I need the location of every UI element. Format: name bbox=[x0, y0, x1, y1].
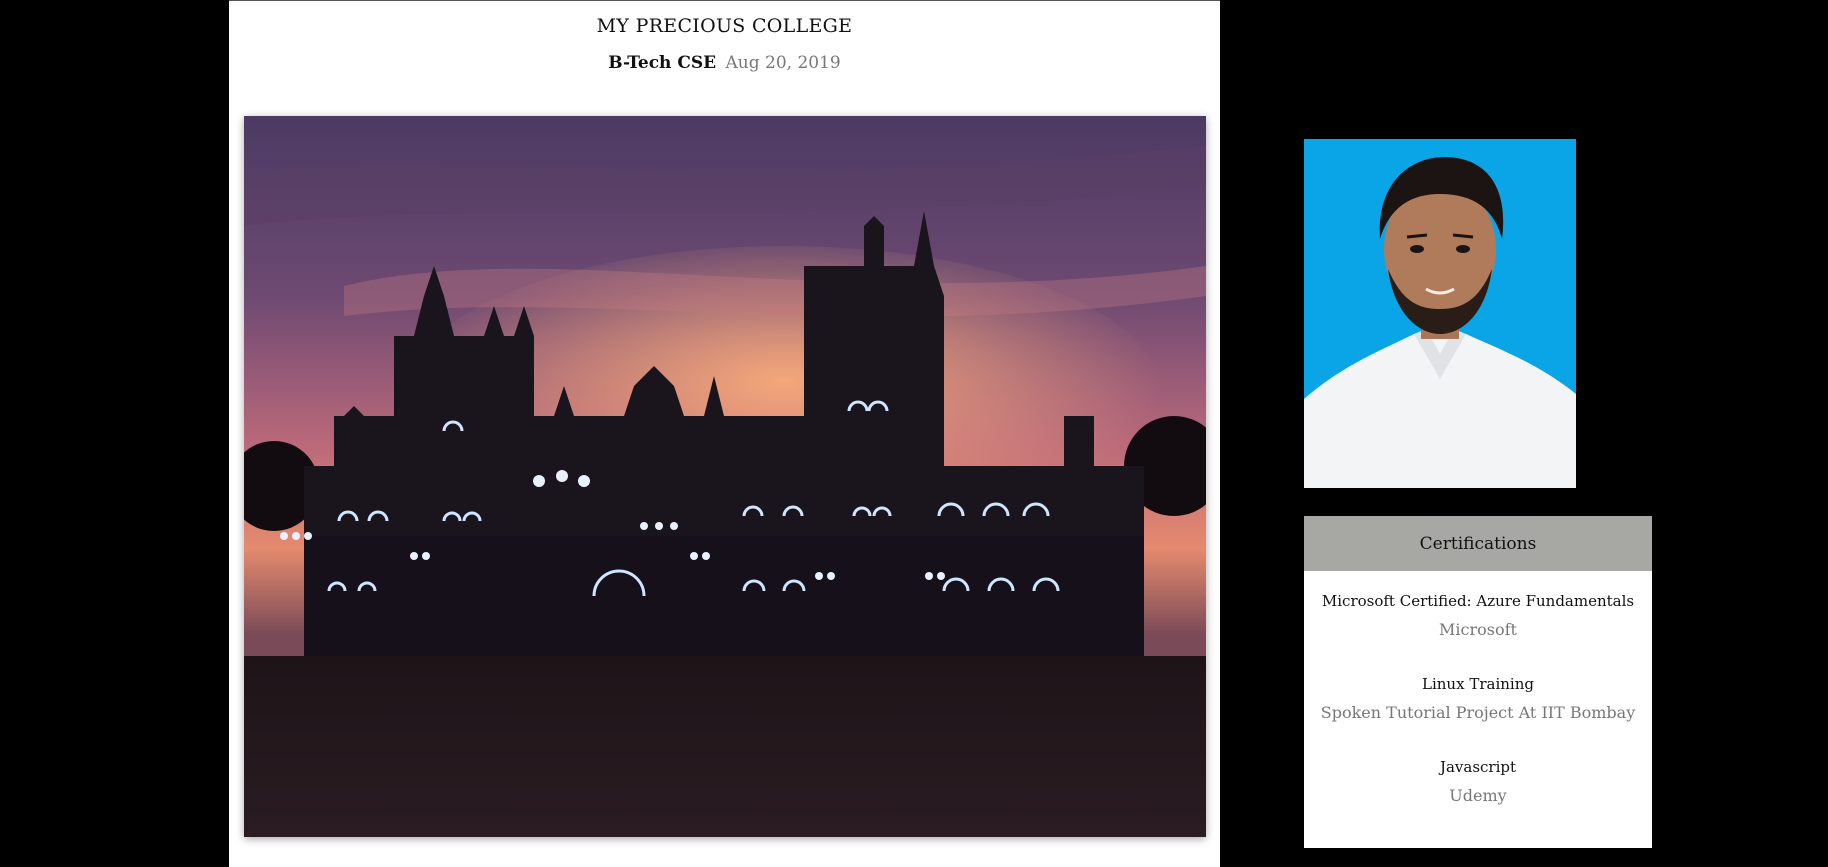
list-item: Linux Training Spoken Tutorial Project A… bbox=[1304, 673, 1652, 756]
college-photo bbox=[244, 116, 1206, 837]
profile-photo bbox=[1304, 139, 1576, 488]
post-category[interactable]: B-Tech CSE bbox=[608, 53, 716, 73]
post-date: Aug 20, 2019 bbox=[725, 53, 841, 73]
cert-issuer: Udemy bbox=[1449, 786, 1507, 805]
cert-issuer: Microsoft bbox=[1439, 620, 1517, 639]
cert-name: Microsoft Certified: Azure Fundamentals bbox=[1321, 592, 1635, 610]
certifications-card: Certifications Microsoft Certified: Azur… bbox=[1304, 516, 1652, 848]
page: MY PRECIOUS COLLEGE B-Tech CSE Aug 20, 2… bbox=[0, 0, 1828, 867]
list-item: Microsoft Certified: Azure Fundamentals … bbox=[1304, 590, 1652, 673]
post-title: MY PRECIOUS COLLEGE bbox=[596, 15, 853, 37]
certifications-list: Microsoft Certified: Azure Fundamentals … bbox=[1304, 571, 1652, 839]
list-item: Javascript Udemy bbox=[1304, 756, 1652, 839]
cert-issuer: Spoken Tutorial Project At IIT Bombay bbox=[1320, 703, 1636, 722]
cert-name: Linux Training bbox=[1422, 675, 1534, 693]
post-card: MY PRECIOUS COLLEGE B-Tech CSE Aug 20, 2… bbox=[229, 0, 1220, 867]
cert-name: Javascript bbox=[1439, 758, 1517, 776]
certifications-heading: Certifications bbox=[1304, 516, 1652, 571]
post-meta: B-Tech CSE Aug 20, 2019 bbox=[229, 52, 1220, 74]
